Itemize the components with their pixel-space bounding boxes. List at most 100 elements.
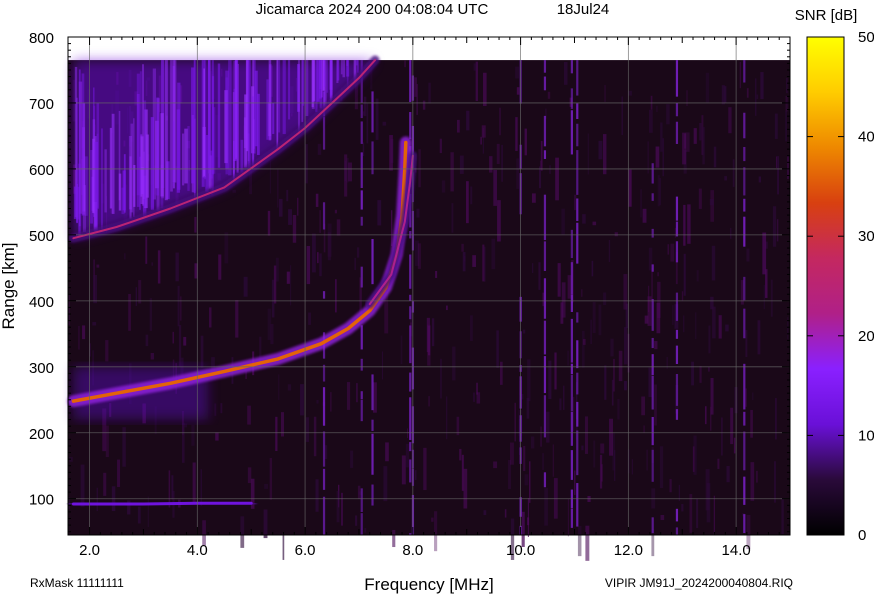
- spread-f-streak: [282, 60, 286, 135]
- spread-f-streak: [96, 103, 100, 209]
- interference-line: [743, 431, 746, 471]
- interference-line: [743, 146, 746, 162]
- x-tick-label: 12.0: [614, 542, 643, 559]
- noise-streak: [313, 416, 317, 457]
- noise-streak: [363, 96, 367, 117]
- noise-streak: [656, 105, 658, 112]
- noise-streak: [711, 245, 716, 281]
- spread-f-streak: [181, 133, 185, 186]
- y-tick-label: 600: [29, 162, 54, 179]
- noise-streak: [582, 330, 585, 368]
- noise-streak: [423, 447, 427, 491]
- noise-streak: [613, 358, 615, 392]
- noise-streak: [776, 219, 779, 242]
- interference-line: [651, 375, 654, 410]
- noise-streak: [721, 85, 725, 105]
- noise-streak: [466, 110, 470, 131]
- noise-streak: [531, 193, 536, 203]
- noise-streak: [182, 422, 185, 463]
- noise-streak: [726, 465, 730, 483]
- noise-streak: [775, 398, 777, 440]
- interference-line: [543, 320, 547, 355]
- noise-streak: [760, 72, 764, 100]
- noise-streak: [691, 361, 694, 386]
- noise-streak: [278, 374, 280, 400]
- noise-streak: [235, 300, 239, 338]
- noise-streak: [574, 470, 576, 495]
- spread-f-streak: [267, 102, 272, 137]
- interference-line: [743, 60, 746, 83]
- noise-streak: [270, 323, 274, 345]
- interference-line: [371, 374, 374, 411]
- interference-line: [322, 202, 326, 230]
- noise-streak: [624, 381, 627, 391]
- noise-streak: [644, 315, 649, 324]
- noise-streak: [756, 470, 758, 483]
- noise-streak: [515, 117, 518, 151]
- noise-streak: [461, 454, 464, 491]
- interference-line: [409, 60, 412, 103]
- noise-streak: [493, 170, 497, 206]
- noise-streak: [381, 351, 383, 380]
- noise-streak: [232, 189, 237, 193]
- noise-streak: [435, 270, 438, 278]
- noise-streak: [785, 95, 788, 112]
- noise-streak: [277, 169, 279, 208]
- noise-streak: [317, 252, 319, 264]
- noise-streak: [524, 474, 529, 486]
- noise-streak: [103, 472, 107, 496]
- noise-streak: [603, 292, 607, 306]
- spread-f-streak: [150, 117, 154, 210]
- spread-f-streak: [81, 73, 85, 216]
- trace-e-layer-echo: [71, 501, 253, 506]
- spread-f-streak: [160, 113, 164, 197]
- noise-streak: [552, 444, 554, 477]
- noise-streak: [713, 495, 715, 536]
- noise-streak: [600, 464, 603, 482]
- spread-f-streak: [111, 113, 115, 214]
- noise-streak: [624, 327, 628, 365]
- noise-streak: [434, 511, 438, 552]
- interference-line: [651, 416, 654, 446]
- noise-streak: [590, 319, 593, 345]
- noise-streak: [178, 325, 182, 367]
- interference-line: [570, 318, 573, 363]
- interference-line: [570, 363, 573, 375]
- interference-line: [743, 198, 746, 212]
- noise-streak: [451, 203, 454, 233]
- interference-line: [576, 340, 579, 369]
- noise-streak: [135, 287, 138, 306]
- interference-line: [371, 433, 374, 475]
- noise-streak: [286, 189, 289, 202]
- chart-date: 18Jul24: [557, 1, 610, 18]
- spread-f-streak: [184, 128, 188, 184]
- interference-line: [409, 306, 412, 320]
- noise-streak: [696, 270, 699, 282]
- noise-streak: [559, 398, 562, 411]
- noise-streak: [540, 426, 542, 447]
- x-tick-label: 10.0: [506, 542, 535, 559]
- noise-streak: [312, 233, 316, 273]
- noise-streak: [422, 100, 426, 110]
- noise-streak: [431, 517, 434, 522]
- noise-streak: [683, 253, 686, 296]
- interference-line: [675, 508, 679, 522]
- noise-streak: [117, 459, 121, 487]
- noise-streak: [532, 263, 534, 274]
- noise-streak: [247, 405, 251, 425]
- interference-line: [543, 60, 547, 73]
- colorbar-scale: [806, 36, 845, 536]
- noise-streak: [542, 292, 545, 307]
- interference-line: [570, 110, 573, 155]
- interference-line: [743, 308, 746, 339]
- noise-streak: [366, 103, 369, 144]
- noise-streak: [500, 361, 503, 385]
- interference-line: [675, 374, 679, 406]
- noise-streak: [516, 158, 519, 189]
- noise-streak: [192, 462, 196, 503]
- noise-streak: [530, 436, 535, 449]
- spread-f-streak: [118, 110, 121, 201]
- noise-streak: [718, 315, 722, 339]
- noise-streak: [524, 128, 527, 156]
- spread-f-streak: [128, 135, 132, 210]
